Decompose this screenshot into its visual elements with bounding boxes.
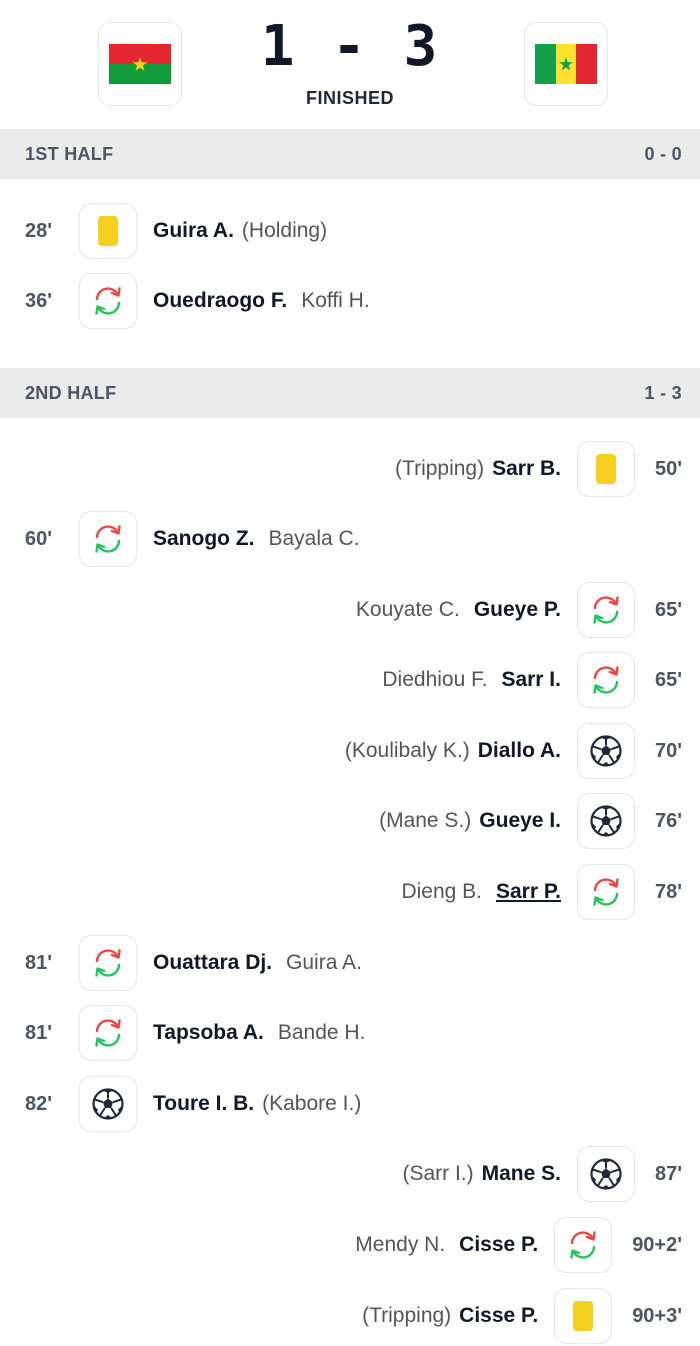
event-row[interactable]: Kouyate C. Gueye P. 65': [0, 582, 700, 638]
first-half-label: 1ST HALF: [25, 143, 114, 164]
event-player[interactable]: Sanogo Z.: [153, 527, 255, 551]
goal-ball-icon: [576, 723, 635, 779]
event-detail[interactable]: (Koulibaly K.): [345, 739, 470, 763]
event-player[interactable]: Guira A.: [153, 219, 234, 243]
goal-ball-icon: [576, 1146, 635, 1202]
event-detail: (Tripping): [362, 1304, 452, 1327]
event-minute: 87': [654, 1162, 682, 1185]
substitution-icon: [79, 273, 137, 329]
event-detail[interactable]: Koffi H.: [301, 289, 369, 313]
event-minute: 50': [654, 457, 682, 480]
event-detail[interactable]: Bande H.: [278, 1021, 366, 1045]
goal-ball-icon: [576, 793, 635, 849]
substitution-icon: [79, 1005, 137, 1061]
event-detail[interactable]: Dieng B.: [401, 880, 482, 904]
yellow-card-icon: [79, 203, 137, 259]
senegal-flag-icon: [535, 44, 597, 84]
substitution-icon: [79, 935, 137, 991]
event-row[interactable]: Mendy N. Cisse P. 90+2': [0, 1217, 700, 1273]
event-minute: 36': [25, 289, 53, 312]
event-row[interactable]: 60' Sanogo Z. Bayala C.: [0, 511, 700, 567]
event-detail: (Holding): [241, 219, 328, 242]
yellow-card-icon: [576, 441, 635, 497]
event-player[interactable]: Mane S.: [482, 1162, 561, 1186]
event-detail[interactable]: Diedhiou F.: [382, 668, 487, 692]
event-detail[interactable]: (Kabore I.): [262, 1092, 361, 1116]
substitution-icon: [554, 1217, 613, 1273]
event-player[interactable]: Sarr I.: [501, 668, 561, 692]
event-minute: 78': [654, 880, 682, 903]
event-detail[interactable]: Kouyate C.: [356, 598, 460, 622]
event-minute: 65': [654, 598, 682, 621]
substitution-icon: [576, 582, 635, 638]
event-player[interactable]: Toure I. B.: [153, 1092, 254, 1116]
event-row[interactable]: 81' Ouattara Dj. Guira A.: [0, 935, 700, 991]
yellow-card-icon: [554, 1288, 613, 1344]
substitution-icon: [576, 864, 635, 920]
event-row[interactable]: (Tripping) Sarr B. 50': [0, 441, 700, 497]
match-header: 1 - 3 FINISHED: [0, 0, 700, 128]
substitution-icon: [79, 511, 137, 567]
event-detail[interactable]: Mendy N.: [355, 1233, 445, 1257]
event-player[interactable]: Sarr B.: [492, 457, 561, 481]
event-detail[interactable]: (Mane S.): [379, 809, 471, 833]
event-minute: 81': [25, 951, 53, 974]
event-detail[interactable]: Guira A.: [286, 951, 362, 975]
event-minute: 70': [654, 739, 682, 762]
first-half-score: 0 - 0: [644, 143, 682, 164]
event-row[interactable]: 81' Tapsoba A. Bande H.: [0, 1005, 700, 1061]
substitution-icon: [576, 652, 635, 708]
event-player[interactable]: Cisse P.: [459, 1233, 538, 1257]
first-half-header: 1ST HALF 0 - 0: [0, 129, 700, 179]
event-detail[interactable]: Bayala C.: [269, 527, 360, 551]
event-row[interactable]: (Tripping) Cisse P. 90+3': [0, 1288, 700, 1344]
event-minute: 60': [25, 527, 53, 550]
event-row[interactable]: Dieng B. Sarr P. 78': [0, 864, 700, 920]
event-row[interactable]: 28' Guira A. (Holding): [0, 203, 700, 259]
event-player[interactable]: Tapsoba A.: [153, 1021, 264, 1045]
away-team-badge[interactable]: [524, 22, 608, 106]
event-minute: 65': [654, 668, 682, 691]
event-minute: 90+3': [632, 1304, 682, 1327]
event-detail[interactable]: (Sarr I.): [402, 1162, 473, 1186]
event-player[interactable]: Diallo A.: [478, 739, 561, 763]
event-minute: 81': [25, 1021, 53, 1044]
goal-ball-icon: [79, 1076, 137, 1132]
event-player[interactable]: Cisse P.: [459, 1304, 538, 1328]
event-player[interactable]: Gueye P.: [474, 598, 561, 622]
event-player[interactable]: Ouedraogo F.: [153, 289, 287, 313]
event-detail: (Tripping): [395, 457, 485, 480]
event-row[interactable]: Diedhiou F. Sarr I. 65': [0, 652, 700, 708]
event-row[interactable]: 82' Toure I. B. (Kabore I.): [0, 1076, 700, 1132]
event-minute: 90+2': [632, 1233, 682, 1256]
event-row[interactable]: 36' Ouedraogo F. Koffi H.: [0, 273, 700, 329]
event-minute: 76': [654, 809, 682, 832]
event-minute: 28': [25, 219, 53, 242]
event-player[interactable]: Gueye I.: [479, 809, 561, 833]
event-minute: 82': [25, 1092, 53, 1115]
second-half-label: 2ND HALF: [25, 382, 117, 403]
second-half-header: 2ND HALF 1 - 3: [0, 368, 700, 418]
event-player[interactable]: Ouattara Dj.: [153, 951, 272, 975]
event-player[interactable]: Sarr P.: [496, 880, 561, 904]
event-row[interactable]: (Sarr I.) Mane S. 87': [0, 1146, 700, 1202]
event-row[interactable]: (Koulibaly K.) Diallo A. 70': [0, 723, 700, 779]
event-row[interactable]: (Mane S.) Gueye I. 76': [0, 793, 700, 849]
second-half-score: 1 - 3: [644, 382, 682, 403]
